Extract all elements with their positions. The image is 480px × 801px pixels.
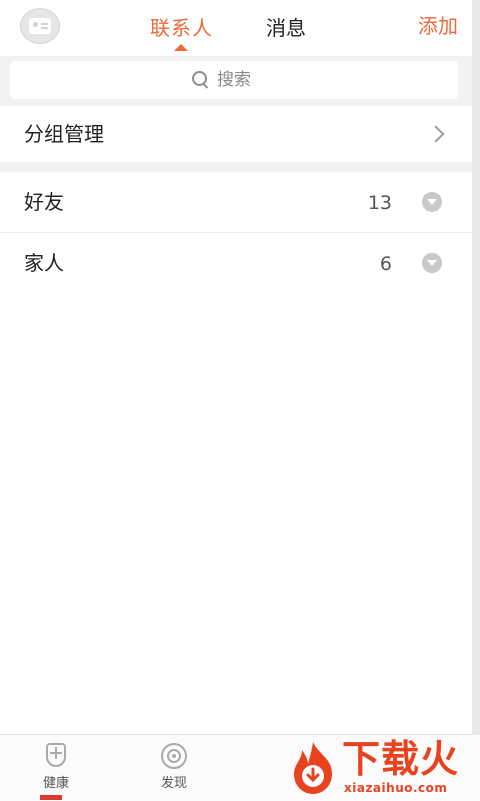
id-card-icon <box>29 18 51 34</box>
search-bar <box>0 56 472 106</box>
tab-contacts[interactable]: 联系人 <box>150 14 213 42</box>
nav-item-health[interactable]: 健康 <box>26 741 86 799</box>
group-name: 好友 <box>24 190 64 214</box>
nav-label: 健康 <box>42 776 69 791</box>
section-divider <box>0 162 472 172</box>
search-box[interactable] <box>10 61 458 99</box>
active-tab-indicator <box>174 44 188 51</box>
discover-icon <box>161 743 187 769</box>
contacts-screen: 联系人 消息 添加 分组管理 好友 13 家人 6 <box>0 0 472 800</box>
group-management-label: 分组管理 <box>24 122 104 146</box>
watermark-domain: xiazaihuo.com <box>344 781 448 795</box>
tab-messages[interactable]: 消息 <box>266 14 306 42</box>
group-row-friends[interactable]: 好友 13 <box>0 172 472 233</box>
nav-label: 发现 <box>160 776 187 791</box>
shield-icon <box>43 743 69 769</box>
top-header: 联系人 消息 添加 <box>0 0 472 56</box>
nav-item-discover[interactable]: 发现 <box>144 741 204 799</box>
group-name: 家人 <box>24 251 64 275</box>
watermark-logo: 下载火 xiazaihuo.com <box>278 736 480 800</box>
group-count: 13 <box>367 192 392 214</box>
active-nav-marker <box>40 795 62 800</box>
expand-arrow-icon[interactable] <box>422 192 442 212</box>
flame-logo-icon <box>294 742 332 794</box>
add-button[interactable]: 添加 <box>418 12 458 40</box>
group-count: 6 <box>379 253 392 275</box>
expand-arrow-icon[interactable] <box>422 253 442 273</box>
group-row-family[interactable]: 家人 6 <box>0 233 472 293</box>
search-icon <box>191 70 211 90</box>
search-input[interactable] <box>217 70 277 90</box>
watermark-text: 下载火 <box>342 737 460 781</box>
avatar[interactable] <box>20 8 60 44</box>
screen-edge <box>472 0 480 800</box>
group-management-row[interactable]: 分组管理 <box>0 106 472 162</box>
chevron-right-icon <box>427 125 445 143</box>
